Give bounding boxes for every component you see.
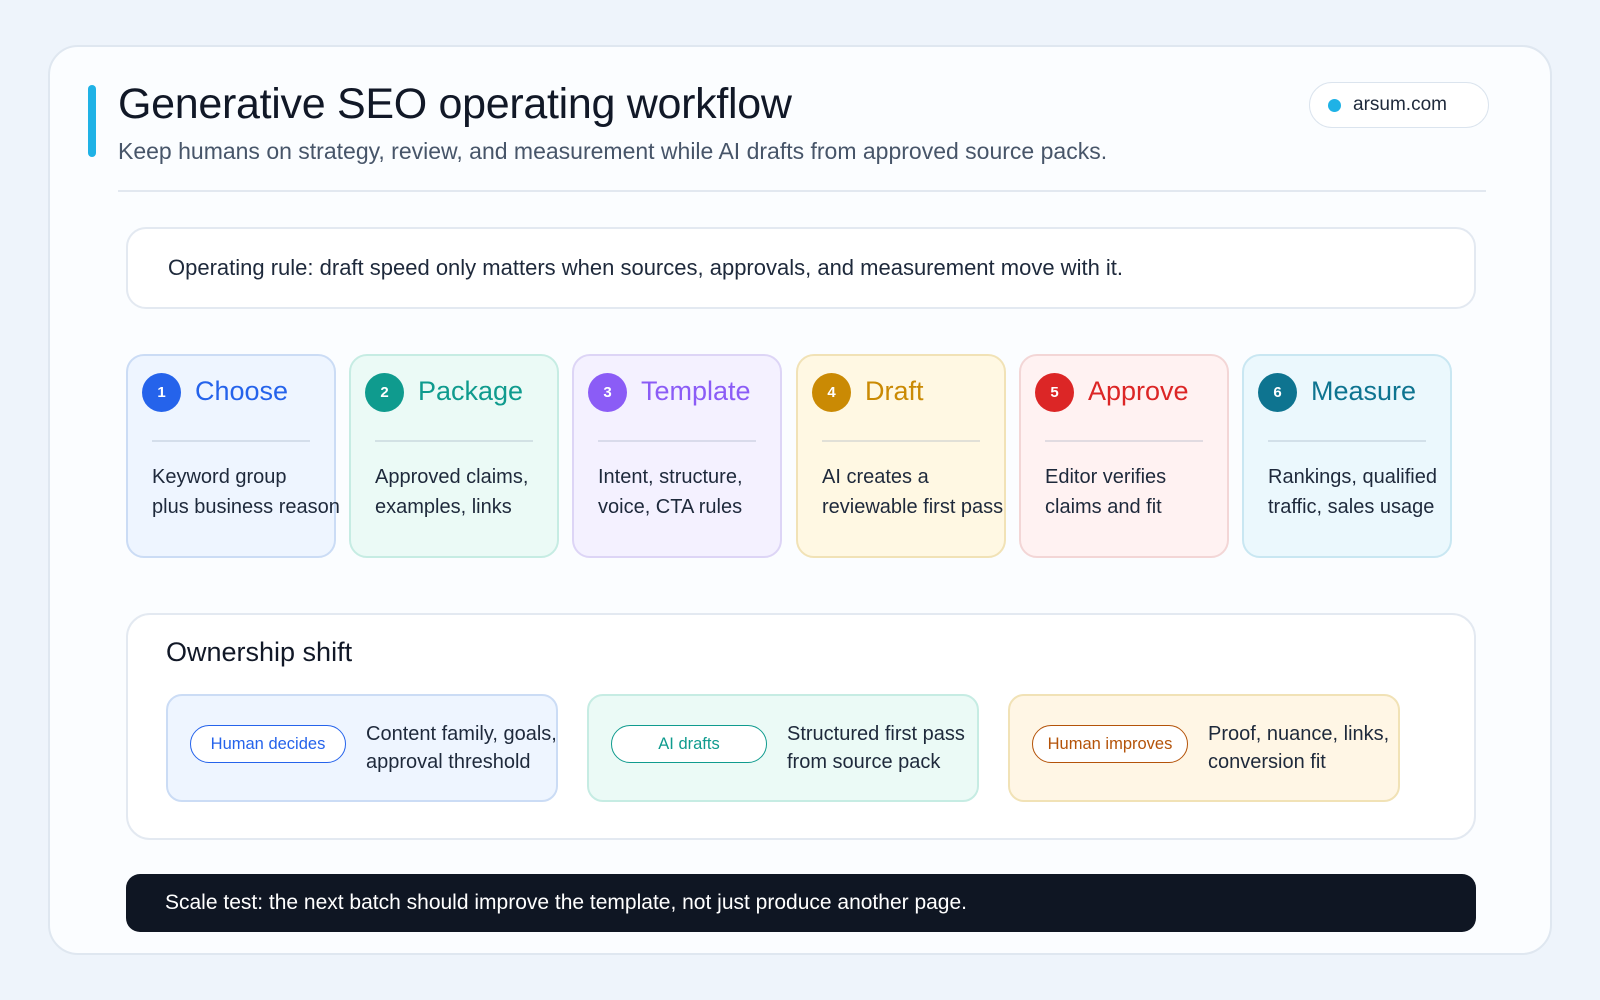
step-number-badge: 4 — [812, 373, 851, 412]
step-card-measure: 6 Measure Rankings, qualified traffic, sal… — [1242, 354, 1452, 558]
step-divider — [152, 440, 310, 442]
step-description: Approved claims, examples, links — [375, 466, 529, 518]
scale-test-banner: Scale test: the next batch should improv… — [126, 874, 1476, 932]
operating-rule-box: Operating rule: draft speed only matters… — [126, 227, 1476, 309]
step-title: Approve — [1088, 376, 1189, 406]
step-divider — [598, 440, 756, 442]
step-description: AI creates a reviewable first pass — [822, 466, 1004, 518]
step-card-template: 3 Template Intent, structure, voice, CTA r… — [572, 354, 782, 558]
ownership-shift-panel: Ownership shift Human decides Content fam… — [126, 613, 1476, 840]
step-title: Choose — [195, 376, 289, 406]
step-title: Draft — [865, 376, 924, 406]
step-divider — [1268, 440, 1426, 442]
status-dot-icon — [1328, 98, 1341, 112]
step-description: Editor verifies claims and fit — [1045, 466, 1167, 518]
step-number-badge: 3 — [588, 373, 627, 412]
page-subtitle: Keep humans on strategy, review, and mea… — [118, 138, 1108, 164]
step-number-badge: 2 — [365, 373, 404, 412]
ownership-item: Human decides Content family, goals, appr… — [166, 694, 558, 802]
operating-rule-text: Operating rule: draft speed only matters… — [168, 255, 1124, 280]
step-description: Keyword group plus business reason — [152, 466, 340, 518]
step-number-badge: 6 — [1258, 373, 1297, 412]
step-card-approve: 5 Approve Editor verifies claims and fit — [1019, 354, 1229, 558]
step-card-draft: 4 Draft AI creates a reviewable first pass — [796, 354, 1006, 558]
step-number-badge: 5 — [1035, 373, 1074, 412]
header-divider — [118, 190, 1486, 192]
step-description: Intent, structure, voice, CTA rules — [598, 466, 743, 518]
ownership-description: Proof, nuance, links, conversion fit — [1208, 723, 1390, 773]
domain-badge: arsum.com — [1309, 82, 1489, 128]
step-number-badge: 1 — [142, 373, 181, 412]
ownership-description: Content family, goals, approval threshol… — [366, 723, 557, 773]
ownership-title: Ownership shift — [166, 637, 353, 667]
scale-test-text: Scale test: the next batch should improv… — [165, 891, 967, 914]
step-title: Template — [641, 376, 751, 406]
domain-label: arsum.com — [1353, 94, 1447, 115]
ownership-role-badge: AI drafts — [611, 725, 767, 763]
step-description: Rankings, qualified traffic, sales usage — [1268, 466, 1437, 518]
step-card-package: 2 Package Approved claims, examples, links — [349, 354, 559, 558]
step-divider — [822, 440, 980, 442]
workflow-card: Generative SEO operating workflow Keep h… — [48, 45, 1552, 955]
step-divider — [375, 440, 533, 442]
ownership-item: AI drafts Structured first pass from sour… — [587, 694, 979, 802]
ownership-role-badge: Human decides — [190, 725, 346, 763]
step-card-choose: 1 Choose Keyword group plus business reaso… — [126, 354, 340, 558]
step-title: Measure — [1311, 376, 1417, 406]
ownership-description: Structured first pass from source pack — [787, 723, 965, 773]
workflow-steps: 1 Choose Keyword group plus business reaso… — [126, 354, 1476, 558]
step-divider — [1045, 440, 1203, 442]
ownership-item: Human improves Proof, nuance, links, conv… — [1008, 694, 1400, 802]
title-accent-bar — [88, 85, 96, 157]
ownership-role-badge: Human improves — [1032, 725, 1188, 763]
page-title: Generative SEO operating workflow — [118, 80, 792, 128]
step-title: Package — [418, 376, 524, 406]
